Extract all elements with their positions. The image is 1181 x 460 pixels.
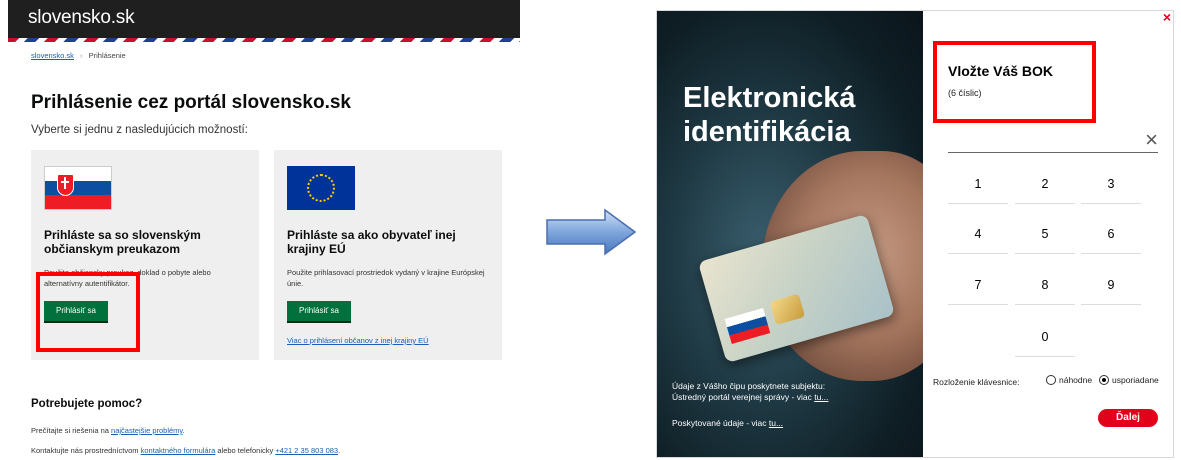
key-9[interactable]: 9	[1081, 267, 1141, 305]
close-icon[interactable]: ×	[1163, 9, 1171, 25]
page-subtitle: Vyberte si jednu z nasledujúcich možnost…	[31, 124, 248, 136]
note-line: Ústredný portál verejnej správy - viac t…	[672, 392, 872, 403]
portal-logo[interactable]: slovensko.sk	[28, 7, 135, 29]
faq-link[interactable]: najčastejšie problémy	[111, 426, 183, 435]
eid-title-line: Elektronická	[683, 82, 856, 114]
bok-input[interactable]: ×	[948, 129, 1158, 153]
right-arrow-icon	[546, 208, 637, 256]
card-chip-icon	[769, 293, 806, 325]
radio-random[interactable]	[1046, 375, 1056, 385]
eu-stars-icon	[307, 174, 335, 202]
card-flag-icon	[724, 307, 771, 344]
login-button-eu[interactable]: Prihlásiť sa	[287, 301, 351, 321]
page-title: Prihlásenie cez portál slovensko.sk	[31, 92, 351, 113]
layout-random-option[interactable]: náhodne	[1046, 375, 1092, 385]
eid-title: Elektronická identifikácia	[683, 81, 855, 149]
more-info-link[interactable]: tu...	[814, 392, 828, 402]
help-text: alebo telefonicky	[215, 446, 276, 455]
radio-label: náhodne	[1059, 375, 1093, 385]
help-text: Prečítajte si riešenia na	[31, 426, 112, 435]
help-text: .	[338, 446, 341, 455]
breadcrumb: slovensko.sk › Prihlásenie	[31, 51, 126, 60]
provided-data-note: Poskytované údaje - viac tu...	[672, 418, 783, 429]
help-text: Kontaktujte nás prostredníctvom	[31, 446, 141, 455]
keyboard-layout-label: Rozloženie klávesnice:	[933, 377, 1020, 387]
key-5[interactable]: 5	[1015, 216, 1075, 254]
help-text: .	[182, 426, 185, 435]
provided-data-link[interactable]: tu...	[769, 418, 783, 428]
breadcrumb-home-link[interactable]: slovensko.sk	[31, 51, 74, 60]
help-contact-line: Kontaktujte nás prostredníctvom kontaktn…	[31, 446, 340, 455]
eu-flag-icon	[287, 166, 355, 210]
key-8[interactable]: 8	[1015, 267, 1075, 305]
coat-of-arms-icon	[57, 174, 74, 196]
breadcrumb-separator: ›	[80, 51, 83, 60]
radio-ordered[interactable]	[1099, 375, 1109, 385]
eid-hero-panel: Elektronická identifikácia Údaje z Vášho…	[657, 11, 923, 457]
card-description: Použite prihlasovací prostriedok vydaný …	[287, 268, 485, 288]
login-card-eu-citizen: Prihláste sa ako obyvateľ inej krajiny E…	[274, 150, 502, 360]
radio-label: usporiadane	[1112, 375, 1159, 385]
card-title: Prihláste sa ako obyvateľ inej krajiny E…	[287, 228, 456, 256]
card-title: Prihláste sa so slovenským občianskym pr…	[44, 228, 201, 256]
bok-title: Vložte Váš BOK	[948, 63, 1054, 79]
highlight-box-bok	[933, 41, 1096, 123]
next-button[interactable]: Ďalej	[1098, 409, 1158, 427]
note-line: Údaje z Vášho čipu poskytnete subjektu:	[672, 381, 826, 391]
breadcrumb-current: Prihlásenie	[88, 51, 126, 60]
eu-info-link[interactable]: Viac o prihlásení občanov z inej krajiny…	[287, 336, 429, 345]
slovakia-flag-icon	[44, 166, 112, 210]
key-1[interactable]: 1	[948, 166, 1008, 204]
data-provider-note: Údaje z Vášho čipu poskytnete subjektu: …	[672, 381, 872, 403]
header-stripe	[8, 38, 520, 42]
key-7[interactable]: 7	[948, 267, 1008, 305]
bok-subtitle: (6 číslic)	[948, 88, 982, 98]
key-2[interactable]: 2	[1015, 166, 1075, 204]
slovensko-portal-screenshot: slovensko.sk slovensko.sk › Prihlásenie …	[8, 0, 520, 460]
clear-icon[interactable]: ×	[1145, 129, 1158, 151]
help-title: Potrebujete pomoc?	[31, 398, 143, 410]
note-text: Poskytované údaje - viac	[672, 418, 769, 428]
note-text: Ústredný portál verejnej správy - viac	[672, 392, 815, 402]
eid-dialog: Elektronická identifikácia Údaje z Vášho…	[656, 9, 1174, 458]
layout-ordered-option[interactable]: usporiadane	[1099, 375, 1159, 385]
portal-header: slovensko.sk	[8, 0, 520, 38]
phone-link[interactable]: +421 2 35 803 083	[275, 446, 338, 455]
contact-form-link[interactable]: kontaktného formulára	[141, 446, 216, 455]
key-3[interactable]: 3	[1081, 166, 1141, 204]
key-6[interactable]: 6	[1081, 216, 1141, 254]
eid-title-line: identifikácia	[683, 116, 851, 148]
help-faq-line: Prečítajte si riešenia na najčastejšie p…	[31, 426, 185, 435]
key-4[interactable]: 4	[948, 216, 1008, 254]
key-0[interactable]: 0	[1015, 319, 1075, 357]
highlight-box-login-button	[36, 272, 140, 352]
